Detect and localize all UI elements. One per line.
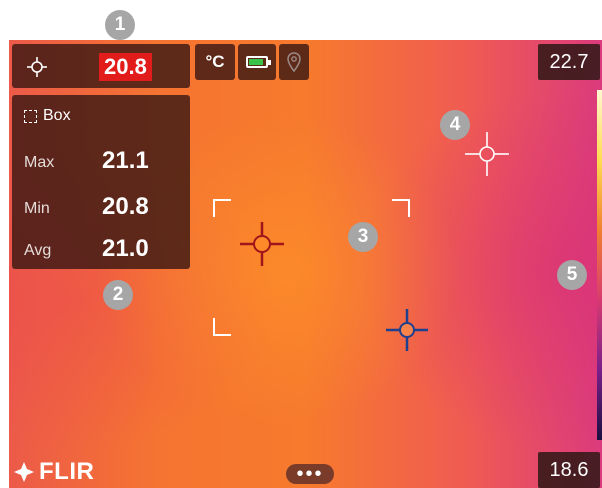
- temperature-unit-indicator: °C: [195, 44, 235, 80]
- row-label: Avg: [24, 242, 52, 259]
- box-tool-icon: [24, 109, 37, 123]
- row-label: Min: [24, 200, 50, 217]
- spot-meter-result[interactable]: 20.8: [12, 44, 190, 88]
- scale-min-temperature[interactable]: 18.6: [538, 452, 600, 488]
- hot-spot-marker-icon[interactable]: [238, 220, 286, 268]
- flir-logo-icon: [14, 462, 34, 482]
- measurement-row: Min 20.8: [24, 193, 184, 223]
- crosshair-icon: [26, 56, 48, 78]
- battery-status: [238, 44, 276, 80]
- gps-status: [279, 44, 309, 80]
- scale-max-temperature[interactable]: 22.7: [538, 44, 600, 80]
- box-corner-top-right[interactable]: [392, 199, 410, 217]
- measurement-results-table[interactable]: Box Max 21.1 Min 20.8 Avg 21.0: [12, 95, 190, 269]
- more-menu-button[interactable]: •••: [286, 464, 334, 484]
- callout-2: 2: [103, 280, 133, 310]
- measurement-row: Max 21.1: [24, 147, 184, 177]
- measurement-row: Avg 21.0: [24, 235, 184, 265]
- measurement-title: Box: [24, 107, 71, 125]
- spot-meter-crosshair-icon[interactable]: [463, 130, 511, 178]
- callout-5: 5: [557, 260, 587, 290]
- row-label: Max: [24, 154, 55, 171]
- box-corner-top-left[interactable]: [213, 199, 231, 217]
- battery-icon: [246, 56, 271, 68]
- flir-logo: FLIR: [13, 458, 94, 486]
- row-value: 21.0: [102, 235, 149, 262]
- row-value: 21.1: [102, 147, 149, 174]
- row-value: 20.8: [102, 193, 149, 220]
- location-pin-icon: [287, 52, 301, 72]
- box-corner-bottom-left[interactable]: [213, 318, 231, 336]
- spot-temperature-value: 20.8: [99, 53, 152, 81]
- callout-1: 1: [105, 10, 135, 40]
- measurement-title-label: Box: [43, 107, 71, 124]
- temperature-scale-bar: [597, 90, 602, 440]
- callout-3: 3: [348, 222, 378, 252]
- flir-logo-text: FLIR: [39, 458, 95, 485]
- cold-spot-marker-icon[interactable]: [383, 306, 431, 354]
